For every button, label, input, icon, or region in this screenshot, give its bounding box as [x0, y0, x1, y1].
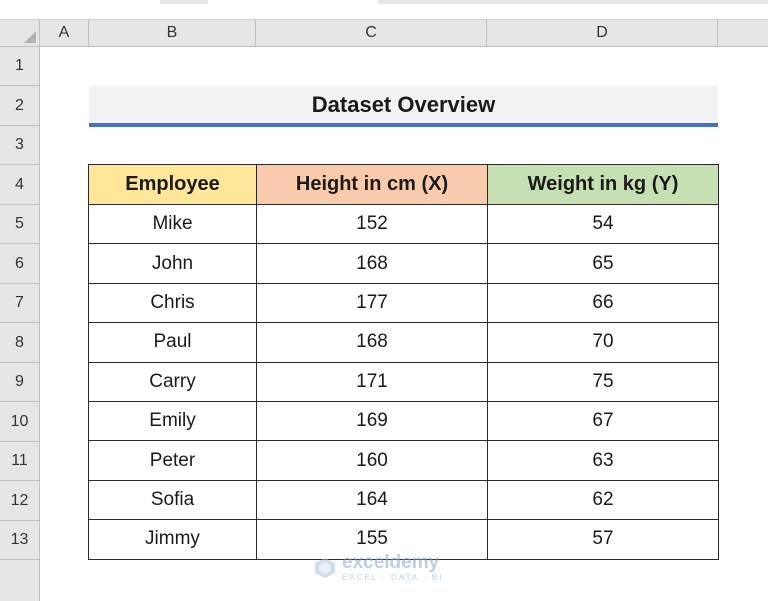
cell-weight[interactable]: 67 [487, 400, 719, 442]
column-header-c[interactable]: C [256, 20, 487, 46]
table-row: Peter 160 63 [88, 440, 719, 481]
page-title[interactable]: Dataset Overview [89, 86, 718, 124]
cell-height[interactable]: 168 [256, 322, 488, 363]
formula-area-strip [0, 0, 768, 20]
row-header[interactable]: 13 [0, 521, 40, 560]
cell-weight[interactable]: 66 [487, 282, 719, 324]
cell-height[interactable]: 152 [256, 203, 488, 245]
cell-height[interactable]: 171 [256, 361, 488, 402]
table-header-row: Employee Height in cm (X) Weight in kg (… [88, 164, 719, 205]
table-row: Sofia 164 62 [88, 479, 719, 521]
column-header-d[interactable]: D [487, 20, 718, 46]
cell-weight[interactable]: 75 [487, 361, 719, 402]
column-header-a[interactable]: A [40, 20, 89, 46]
row-header-empty [0, 560, 40, 601]
exceldemy-watermark: exceldemy EXCEL · DATA · BI [314, 553, 443, 582]
select-all-button[interactable] [0, 20, 40, 46]
table-row: Chris 177 66 [88, 282, 719, 324]
cell-height[interactable]: 177 [256, 282, 488, 324]
row-header[interactable]: 7 [0, 284, 40, 323]
cell-weight[interactable]: 63 [487, 440, 719, 481]
title-underline [89, 123, 718, 127]
ribbon-tab-edge [160, 0, 208, 4]
cell-height[interactable]: 168 [256, 243, 488, 284]
row-header[interactable]: 8 [0, 323, 40, 363]
table-row: Mike 152 54 [88, 203, 719, 245]
row-header[interactable]: 3 [0, 126, 40, 165]
row-header[interactable]: 11 [0, 442, 40, 481]
row-header[interactable]: 5 [0, 205, 40, 244]
table-row: Paul 168 70 [88, 322, 719, 363]
column-header-row: A B C D [0, 20, 768, 47]
row-header[interactable]: 12 [0, 481, 40, 521]
cell-employee[interactable]: Chris [88, 282, 257, 324]
table-row: John 168 65 [88, 243, 719, 284]
row-header[interactable]: 4 [0, 165, 40, 205]
table-row: Emily 169 67 [88, 400, 719, 442]
cell-height[interactable]: 169 [256, 400, 488, 442]
row-header[interactable]: 2 [0, 86, 40, 126]
table-row: Carry 171 75 [88, 361, 719, 402]
cell-employee[interactable]: Paul [88, 322, 257, 363]
cell-employee[interactable]: John [88, 243, 257, 284]
cell-weight[interactable]: 62 [487, 479, 719, 521]
header-height[interactable]: Height in cm (X) [256, 164, 488, 205]
select-all-triangle-icon [24, 31, 36, 43]
cell-weight[interactable]: 54 [487, 203, 719, 245]
cell-employee[interactable]: Mike [88, 203, 257, 245]
cell-employee[interactable]: Emily [88, 400, 257, 442]
header-weight[interactable]: Weight in kg (Y) [487, 164, 719, 205]
header-employee[interactable]: Employee [88, 164, 257, 205]
column-header-b[interactable]: B [89, 20, 256, 46]
cell-weight[interactable]: 70 [487, 322, 719, 363]
row-header[interactable]: 10 [0, 402, 40, 442]
watermark-tagline: EXCEL · DATA · BI [342, 573, 444, 582]
dataset-table: Employee Height in cm (X) Weight in kg (… [88, 164, 719, 560]
row-header[interactable]: 1 [0, 47, 40, 86]
cell-employee[interactable]: Sofia [88, 479, 257, 521]
row-header[interactable]: 9 [0, 363, 40, 402]
watermark-name: exceldemy [342, 552, 440, 573]
cell-weight[interactable]: 65 [487, 243, 719, 284]
column-header-e[interactable] [718, 20, 768, 46]
cell-employee[interactable]: Peter [88, 440, 257, 481]
cell-height[interactable]: 160 [256, 440, 488, 481]
cell-weight[interactable]: 57 [487, 519, 719, 560]
cell-employee[interactable]: Jimmy [88, 519, 257, 560]
exceldemy-logo-icon [315, 557, 335, 578]
ribbon-tab-edge [378, 0, 768, 4]
cell-employee[interactable]: Carry [88, 361, 257, 402]
cell-height[interactable]: 164 [256, 479, 488, 521]
row-header[interactable]: 6 [0, 244, 40, 284]
